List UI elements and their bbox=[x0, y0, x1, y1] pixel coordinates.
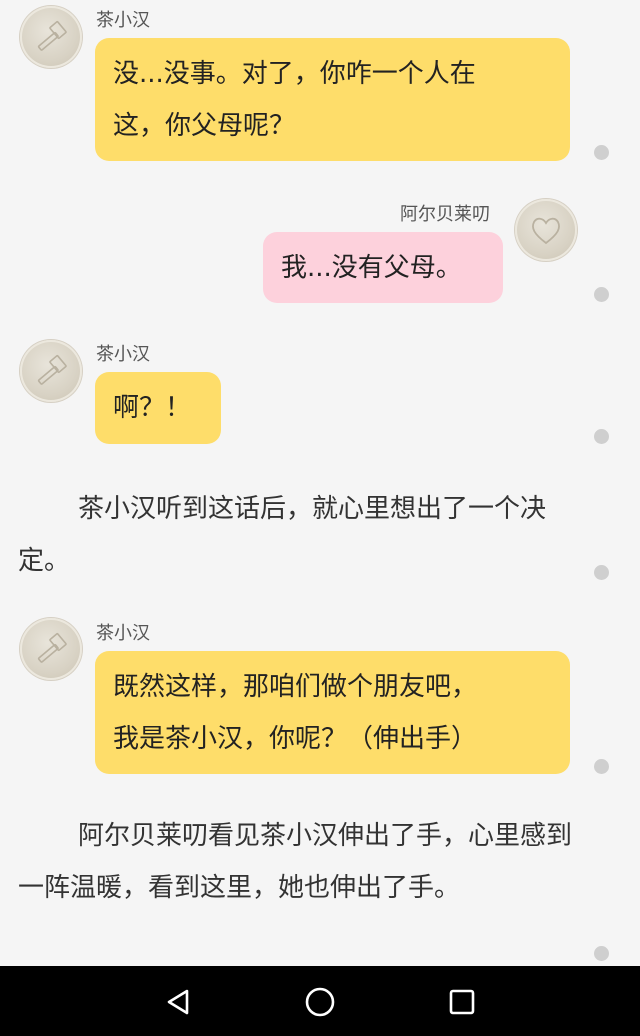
sender-name: 茶小汉 bbox=[96, 623, 150, 644]
message-status-dot bbox=[594, 429, 609, 444]
message-line: 没...没事。对了，你咋一个人在 bbox=[113, 59, 476, 89]
avatar[interactable] bbox=[20, 340, 82, 402]
avatar[interactable] bbox=[20, 6, 82, 68]
message-status-dot bbox=[594, 565, 609, 580]
recents-button[interactable] bbox=[442, 982, 482, 1022]
home-button[interactable] bbox=[300, 982, 340, 1022]
sender-name: 阿尔贝莱叨 bbox=[400, 204, 490, 225]
message-line: 我...没有父母。 bbox=[281, 253, 462, 283]
chat-area[interactable]: 茶小汉 没...没事。对了，你咋一个人在 这，你父母呢？ 阿尔贝莱叨 我...没… bbox=[0, 0, 640, 966]
avatar[interactable] bbox=[20, 618, 82, 680]
avatar[interactable] bbox=[515, 199, 577, 261]
hammer-icon bbox=[37, 633, 67, 663]
message-status-dot bbox=[594, 759, 609, 774]
hammer-icon bbox=[37, 21, 67, 51]
screen: 茶小汉 没...没事。对了，你咋一个人在 这，你父母呢？ 阿尔贝莱叨 我...没… bbox=[0, 0, 640, 1036]
message-bubble[interactable]: 既然这样，那咱们做个朋友吧， 我是茶小汉，你呢？（伸出手） bbox=[95, 651, 570, 774]
hammer-icon bbox=[37, 355, 67, 385]
back-icon bbox=[167, 989, 189, 1015]
message-bubble[interactable]: 没...没事。对了，你咋一个人在 这，你父母呢？ bbox=[95, 38, 570, 161]
sender-name: 茶小汉 bbox=[96, 344, 150, 365]
message-status-dot bbox=[594, 946, 609, 961]
message-line: 既然这样，那咱们做个朋友吧， bbox=[113, 672, 478, 702]
message-bubble[interactable]: 啊？！ bbox=[95, 372, 221, 444]
narration-text: 茶小汉听到这话后，就心里想出了一个决定。 bbox=[18, 494, 547, 576]
navigation-bar bbox=[0, 966, 640, 1036]
message-line: 我是茶小汉，你呢？（伸出手） bbox=[113, 724, 478, 754]
message-status-dot bbox=[594, 287, 609, 302]
home-icon bbox=[305, 987, 335, 1017]
message-status-dot bbox=[594, 145, 609, 160]
heart-icon bbox=[532, 217, 560, 245]
message-line: 啊？！ bbox=[113, 393, 192, 423]
message-line: 这，你父母呢？ bbox=[113, 111, 296, 141]
sender-name: 茶小汉 bbox=[96, 10, 150, 31]
narration-text: 阿尔贝莱叨看见茶小汉伸出了手，心里感到一阵温暖，看到这里，她也伸出了手。 bbox=[18, 821, 573, 903]
back-button[interactable] bbox=[158, 982, 198, 1022]
message-bubble[interactable]: 我...没有父母。 bbox=[263, 232, 503, 303]
recents-icon bbox=[449, 989, 475, 1015]
